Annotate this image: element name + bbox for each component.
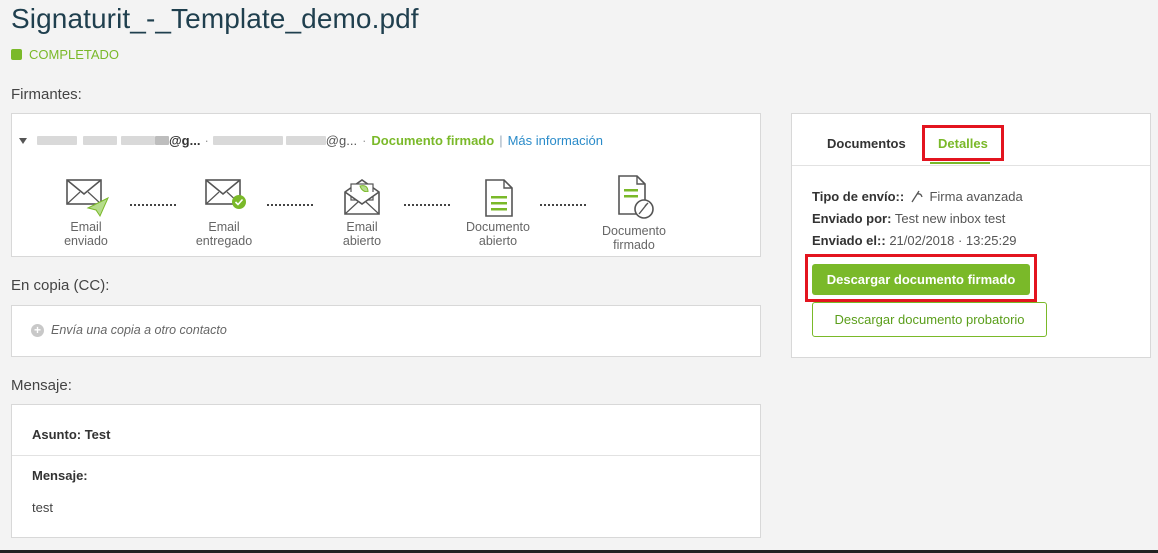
signature-pen-icon <box>911 190 923 203</box>
signed-status: Documento firmado <box>371 133 495 148</box>
document-title: Signaturit_-_Template_demo.pdf <box>11 3 419 34</box>
signers-label: Firmantes: <box>11 86 82 103</box>
redacted-name <box>83 136 117 145</box>
cc-placeholder: Envía una copia a otro contacto <box>51 323 227 337</box>
email-sent-icon <box>66 179 110 218</box>
status-badge: COMPLETADO <box>11 47 119 62</box>
redacted-name <box>121 136 155 145</box>
highlight-box-button <box>805 254 1037 302</box>
sent-by-value: Test new inbox test <box>894 211 1006 226</box>
redacted-email <box>212 136 283 145</box>
plus-circle-icon: + <box>31 323 44 337</box>
step-email-delivered: Email entregado <box>193 178 255 248</box>
download-evidence-button[interactable]: Descargar documento probatorio <box>812 302 1047 337</box>
send-type-row: Tipo de envío:: Firma avanzada <box>812 189 1023 204</box>
step-label: Email entregado <box>195 220 253 248</box>
message-body-label: Mensaje: <box>32 468 88 483</box>
tab-documents[interactable]: Documentos <box>827 136 906 151</box>
add-cc-link[interactable]: + Envía una copia a otro contacto <box>31 323 227 337</box>
sent-on-label: Enviado el:: <box>812 233 886 248</box>
message-body: test <box>32 500 53 515</box>
step-connector <box>404 204 450 206</box>
step-label: Email enviado <box>64 220 108 248</box>
more-info-link[interactable]: Más información <box>508 133 603 148</box>
send-type-value: Firma avanzada <box>929 189 1023 204</box>
sent-on-row: Enviado el:: 21/02/2018 · 13:25:29 <box>812 233 1017 248</box>
step-connector <box>267 204 313 206</box>
step-connector <box>130 204 176 206</box>
document-signed-icon <box>618 175 654 219</box>
document-opened-icon <box>485 179 513 217</box>
step-email-opened: Email abierto <box>332 176 392 248</box>
signing-progress: Email enviado Email entregado Email abie… <box>12 174 760 254</box>
email-opened-icon <box>344 179 380 215</box>
cc-label: En copia (CC): <box>11 277 110 294</box>
signer-email-1: @g... <box>169 133 201 148</box>
message-label: Mensaje: <box>11 377 72 394</box>
step-document-opened: Documento abierto <box>460 178 536 248</box>
caret-down-icon[interactable] <box>19 137 27 144</box>
signer-email-2: @g... <box>325 133 358 148</box>
sent-by-label: Enviado por: <box>812 211 892 226</box>
redacted-email <box>285 136 326 145</box>
step-label: Email abierto <box>342 220 382 248</box>
highlight-box-tab <box>922 125 1004 161</box>
message-subject: Asunto: Test <box>32 427 111 442</box>
divider <box>12 455 760 456</box>
sent-on-value: 21/02/2018 · 13:25:29 <box>889 233 1017 248</box>
signers-panel: @g... · @g... · Documento firmado | Más … <box>11 113 761 257</box>
step-label: Documento abierto <box>466 220 530 248</box>
redacted-name <box>37 136 77 145</box>
step-email-sent: Email enviado <box>56 178 116 248</box>
send-type-label: Tipo de envío:: <box>812 189 905 204</box>
status-dot-icon <box>11 49 22 60</box>
sent-by-row: Enviado por: Test new inbox test <box>812 211 1005 226</box>
separator: | <box>499 133 503 148</box>
email-delivered-icon <box>205 179 246 209</box>
signer-row[interactable]: @g... · @g... · Documento firmado | Más … <box>19 133 603 148</box>
step-connector <box>540 204 586 206</box>
active-tab-indicator <box>930 162 990 164</box>
message-panel: Asunto: Test Mensaje: test <box>11 404 761 538</box>
redacted-name <box>155 136 169 145</box>
cc-panel: + Envía una copia a otro contacto <box>11 305 761 357</box>
step-document-signed: Documento firmado <box>596 174 672 252</box>
step-label: Documento firmado <box>602 224 666 252</box>
status-label: COMPLETADO <box>29 47 120 62</box>
